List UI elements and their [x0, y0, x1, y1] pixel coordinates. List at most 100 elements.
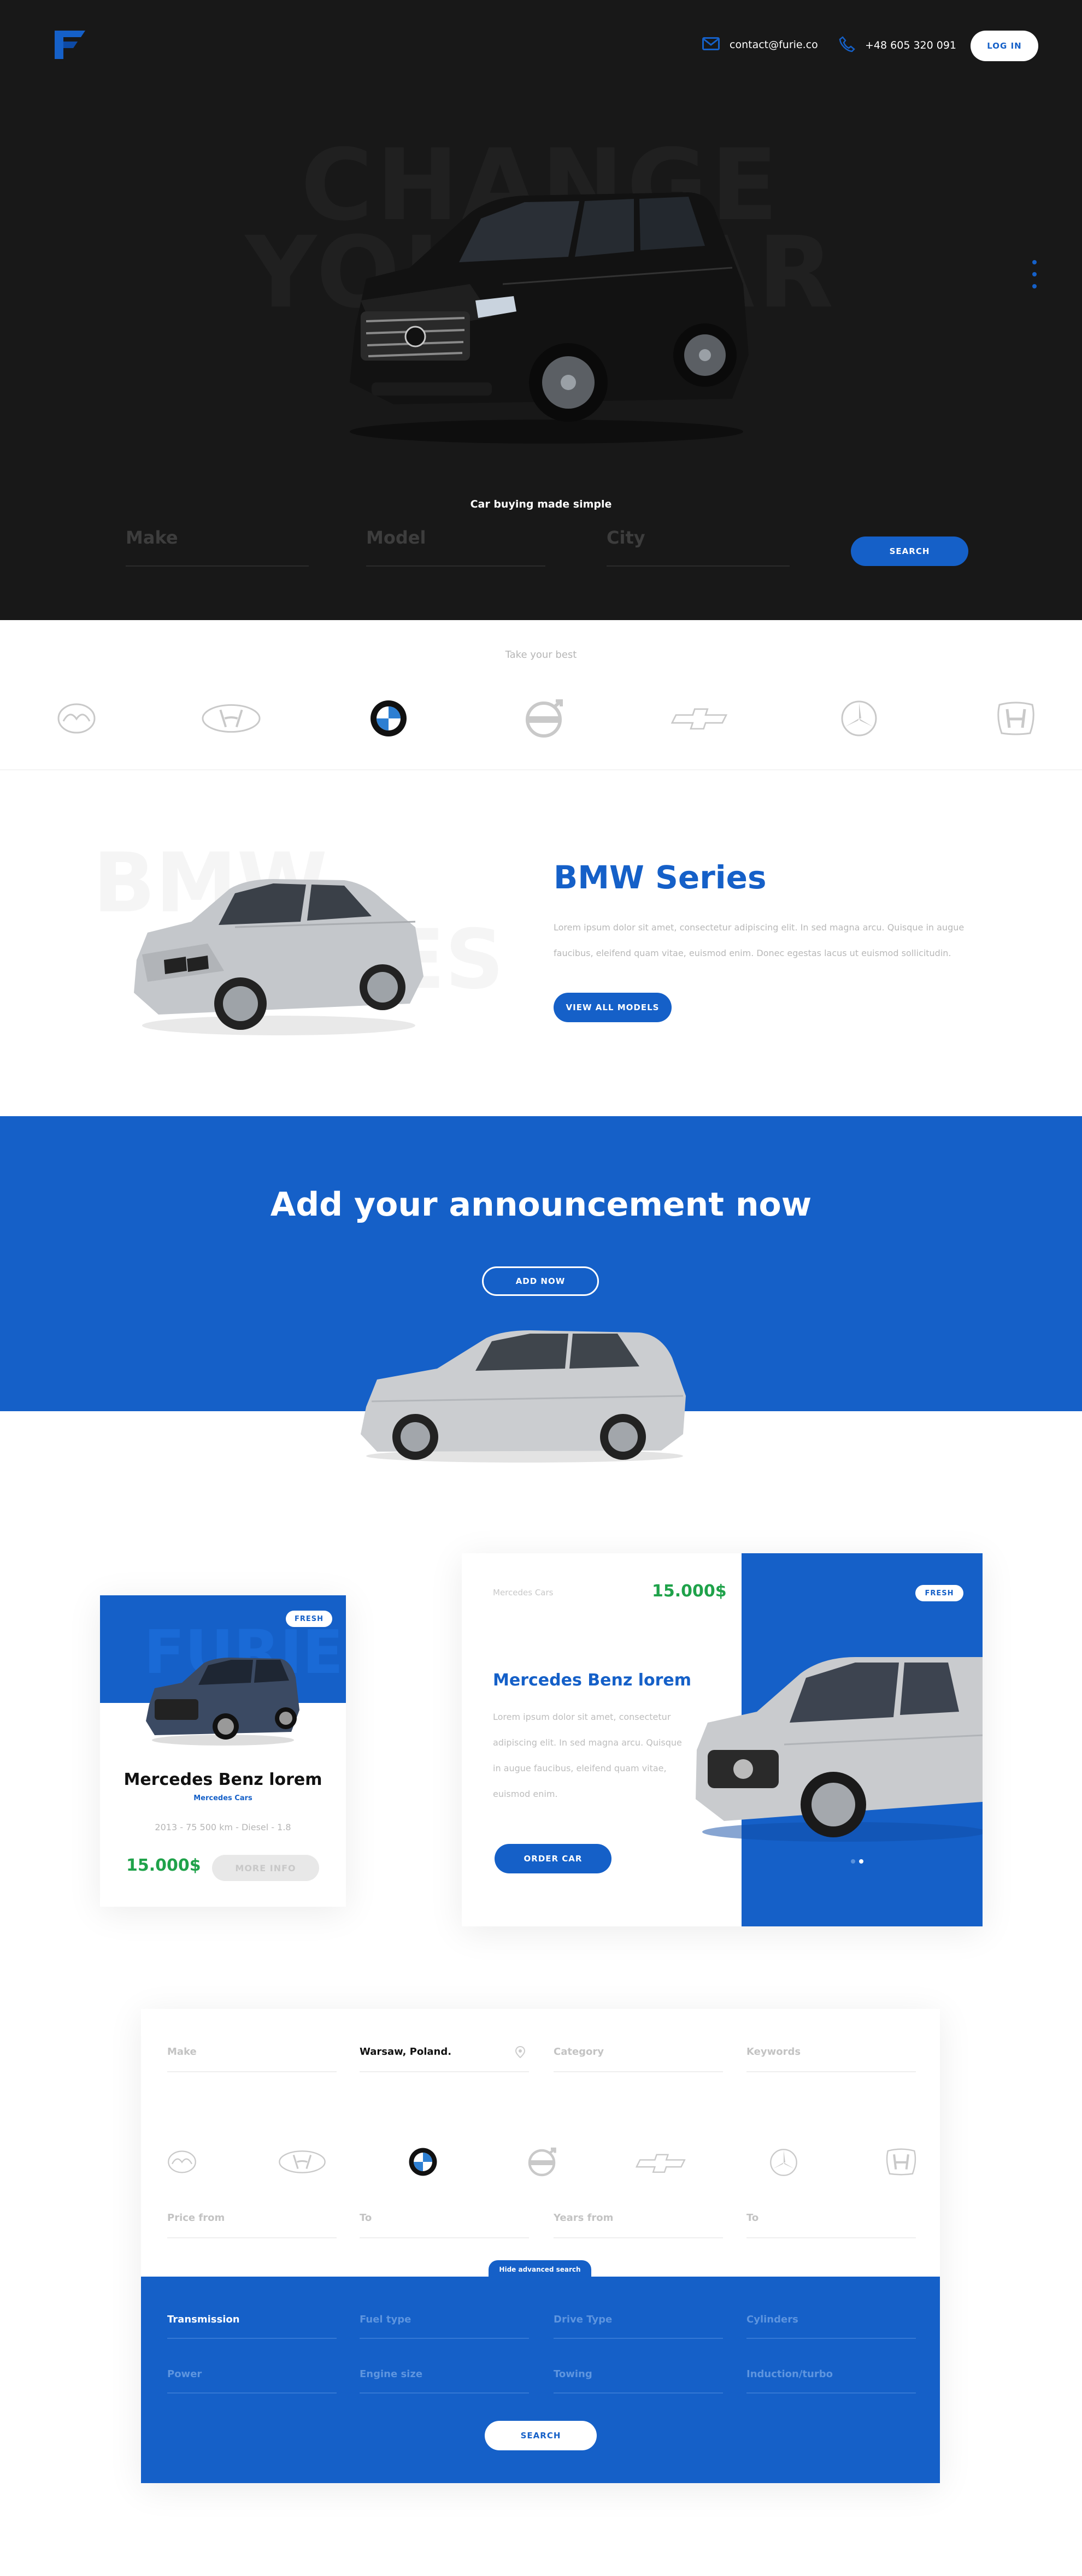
volvo-icon[interactable]: [526, 2145, 560, 2179]
price-from-label: Price from: [167, 2212, 225, 2224]
towing-select[interactable]: Towing: [554, 2368, 723, 2394]
induction-select[interactable]: Induction/turbo: [746, 2368, 916, 2394]
announcement-title: Add your announcement now: [270, 1186, 812, 1224]
series-section: BMW SERIES BMW Series Lorem ipsum dolor …: [0, 771, 1082, 1116]
announcement-car-image: [355, 1325, 694, 1467]
location-value: Warsaw, Poland.: [360, 2046, 452, 2058]
card-small-meta: 2013 - 75 500 km - Diesel - 1.8: [155, 1822, 291, 1832]
years-from-input[interactable]: Years from: [554, 2212, 723, 2238]
model-field[interactable]: Model: [366, 527, 545, 567]
hide-advanced-search-toggle[interactable]: Hide advanced search: [489, 2260, 591, 2279]
transmission-select[interactable]: Transmission: [167, 2314, 337, 2339]
bmw-car-image: [126, 867, 432, 1042]
hero-section: CHANGE YOUR CAR contact@furie.co +48 605…: [0, 0, 1082, 620]
car-card-small[interactable]: FURIE FRESH Mercedes Benz lorem Mercedes…: [100, 1595, 346, 1907]
card-large-desc-1: Lorem ipsum dolor sit amet, consectetur: [493, 1712, 671, 1722]
order-car-button[interactable]: ORDER CAR: [495, 1844, 611, 1873]
more-info-button[interactable]: MORE INFO: [212, 1855, 319, 1881]
mercedes-icon[interactable]: [829, 697, 889, 740]
volvo-icon[interactable]: [515, 697, 575, 740]
hyundai-icon[interactable]: [201, 697, 261, 740]
carousel-dot[interactable]: [851, 1859, 855, 1864]
drive-type-select[interactable]: Drive Type: [554, 2314, 723, 2339]
fuel-type-label: Fuel type: [360, 2314, 411, 2325]
power-select[interactable]: Power: [167, 2368, 337, 2394]
price-to-input[interactable]: To: [360, 2212, 529, 2238]
card-small-subtitle: Mercedes Cars: [193, 1794, 252, 1802]
advanced-search-button[interactable]: SEARCH: [485, 2421, 597, 2450]
carousel-dot-active[interactable]: [859, 1859, 863, 1864]
city-field[interactable]: City: [607, 527, 790, 567]
card-large-desc-2: adipiscing elit. In sed magna arcu. Quis…: [493, 1737, 682, 1748]
slider-dot[interactable]: [1032, 284, 1037, 288]
honda-icon[interactable]: [885, 2148, 917, 2177]
phone-icon: [839, 36, 855, 55]
card-large-price: 15.000$: [652, 1582, 727, 1601]
years-from-label: Years from: [554, 2212, 614, 2224]
card-large-desc-4: euismod enim.: [493, 1789, 558, 1799]
city-placeholder: City: [607, 527, 645, 548]
card-small-price: 15.000$: [126, 1856, 201, 1875]
car-card-large[interactable]: Mercedes Cars 15.000$ Mercedes Benz lore…: [462, 1553, 983, 1926]
cylinders-select[interactable]: Cylinders: [746, 2314, 916, 2339]
advanced-search-panel: Make Warsaw, Poland. Category Keywords P…: [141, 2009, 940, 2483]
transmission-label: Transmission: [167, 2314, 240, 2325]
brands-section: Take your best: [0, 620, 1082, 770]
mazda-icon[interactable]: [46, 697, 107, 740]
slider-dot[interactable]: [1032, 260, 1037, 264]
keywords-input[interactable]: Keywords: [746, 2046, 916, 2072]
engine-size-label: Engine size: [360, 2368, 423, 2380]
mercedes-icon[interactable]: [769, 2148, 798, 2177]
keywords-label: Keywords: [746, 2046, 801, 2058]
add-now-button[interactable]: ADD NOW: [482, 1266, 599, 1296]
brands-title: Take your best: [505, 649, 577, 661]
header-phone[interactable]: +48 605 320 091: [839, 36, 956, 55]
make-select[interactable]: Make: [167, 2046, 337, 2072]
make-placeholder: Make: [126, 527, 178, 548]
card-large-desc-3: in augue faucibus, eleifend quam vitae,: [493, 1763, 667, 1773]
years-to-input[interactable]: To: [746, 2212, 916, 2238]
login-button[interactable]: LOG IN: [971, 31, 1038, 61]
hyundai-icon[interactable]: [278, 2148, 330, 2176]
honda-icon[interactable]: [986, 697, 1046, 740]
series-desc-line-1: Lorem ipsum dolor sit amet, consectetur …: [554, 922, 965, 933]
induction-label: Induction/turbo: [746, 2368, 833, 2380]
model-placeholder: Model: [366, 527, 426, 548]
fresh-badge-large: FRESH: [915, 1585, 963, 1601]
header-email[interactable]: contact@furie.co: [702, 37, 818, 52]
hero-slider-dots[interactable]: [1032, 260, 1037, 288]
category-select[interactable]: Category: [554, 2046, 723, 2072]
chevrolet-icon[interactable]: [671, 697, 731, 740]
card-small-car-image: [144, 1655, 302, 1748]
card-large-car-image: [691, 1641, 983, 1848]
advanced-options: Transmission Fuel type Drive Type Cylind…: [141, 2277, 940, 2483]
mail-icon: [702, 37, 720, 52]
location-input[interactable]: Warsaw, Poland.: [360, 2046, 529, 2072]
cylinders-label: Cylinders: [746, 2314, 798, 2325]
bmw-icon[interactable]: [408, 2147, 439, 2178]
view-all-models-button[interactable]: VIEW ALL MODELS: [554, 993, 672, 1022]
fuel-type-select[interactable]: Fuel type: [360, 2314, 529, 2339]
mazda-icon[interactable]: [167, 2148, 200, 2176]
email-text: contact@furie.co: [730, 39, 818, 51]
series-title: BMW Series: [554, 859, 767, 896]
card-small-title: Mercedes Benz lorem: [124, 1770, 322, 1789]
drive-type-label: Drive Type: [554, 2314, 613, 2325]
location-pin-icon: [515, 2046, 526, 2060]
hero-car-image: [328, 175, 765, 448]
card-large-brand: Mercedes Cars: [493, 1588, 554, 1598]
towing-label: Towing: [554, 2368, 592, 2380]
price-to-label: To: [360, 2212, 372, 2224]
make-field[interactable]: Make: [126, 527, 309, 567]
phone-text: +48 605 320 091: [865, 39, 957, 51]
fresh-badge: FRESH: [286, 1611, 332, 1627]
furie-logo[interactable]: [52, 28, 87, 61]
chevrolet-icon[interactable]: [635, 2152, 690, 2174]
card-large-title: Mercedes Benz lorem: [493, 1671, 692, 1690]
price-from-input[interactable]: Price from: [167, 2212, 337, 2238]
make-label: Make: [167, 2046, 197, 2058]
engine-size-select[interactable]: Engine size: [360, 2368, 529, 2394]
slider-dot[interactable]: [1032, 272, 1037, 276]
bmw-icon[interactable]: [358, 697, 419, 740]
hero-search-button[interactable]: SEARCH: [851, 537, 968, 566]
